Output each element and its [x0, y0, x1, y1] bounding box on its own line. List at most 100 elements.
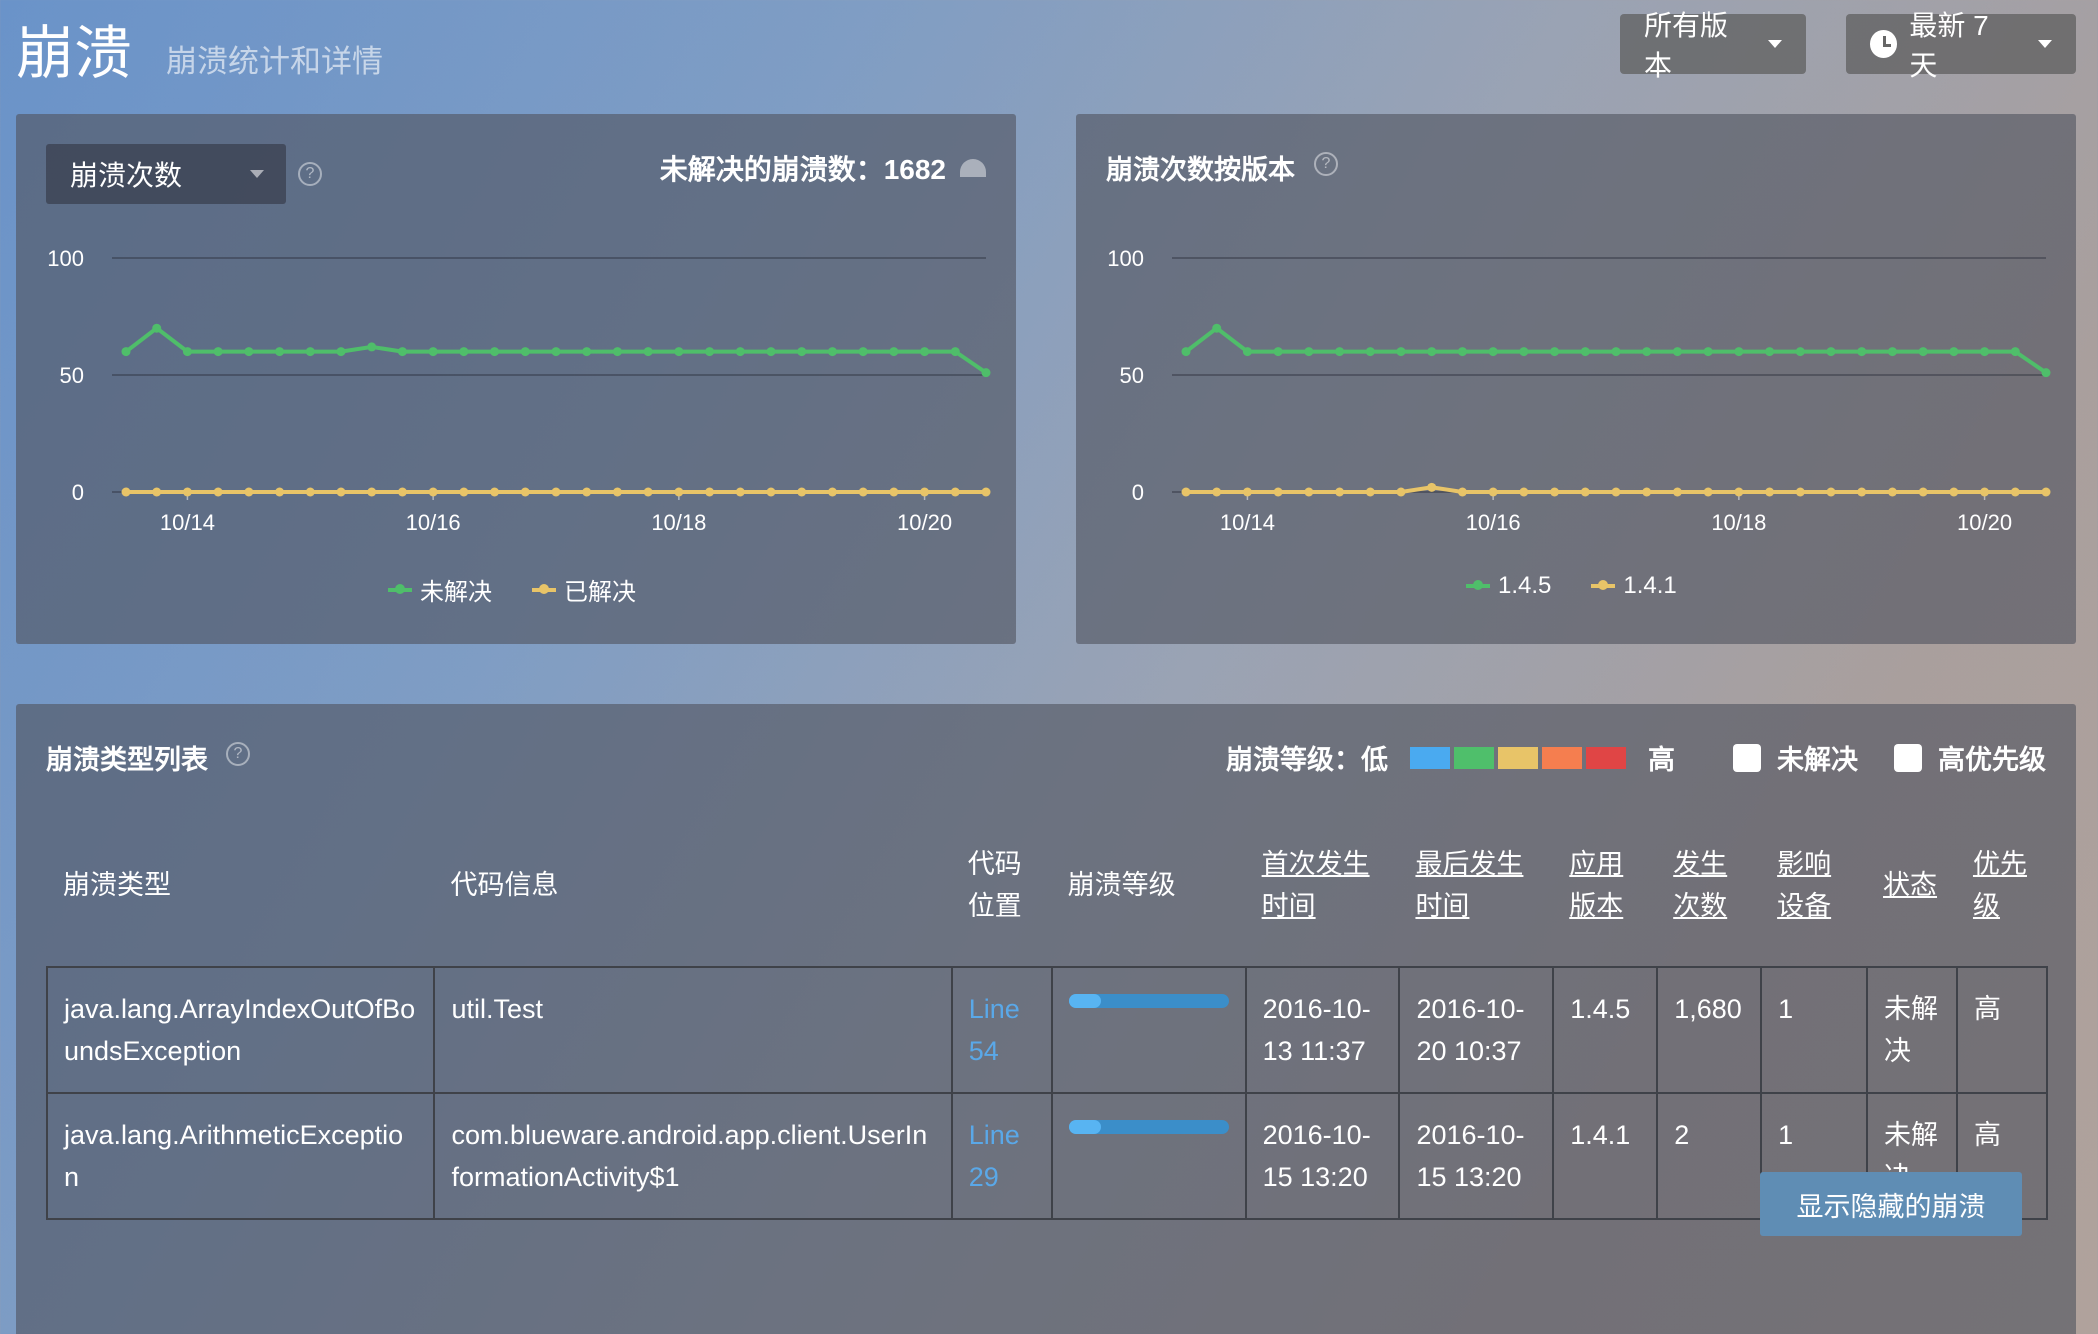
- data-point: [1795, 347, 1805, 357]
- data-point: [950, 347, 960, 357]
- checkbox[interactable]: [1894, 743, 1922, 772]
- data-point: [1550, 487, 1560, 497]
- table-header-row: 崩溃类型 代码信息 代码位置 崩溃等级 首次发生时间 最后发生时间 应用版本 发…: [47, 804, 2047, 967]
- data-point: [1611, 347, 1621, 357]
- data-point: [1242, 487, 1252, 497]
- data-point: [213, 347, 223, 357]
- data-point: [1335, 487, 1345, 497]
- column-header-priority[interactable]: 优先级: [1957, 804, 2047, 967]
- data-point: [1335, 347, 1345, 357]
- data-point: [1365, 487, 1375, 497]
- data-point: [428, 487, 438, 497]
- data-point: [1887, 487, 1897, 497]
- data-point: [1396, 487, 1406, 497]
- data-point: [950, 487, 960, 497]
- column-header-last-time[interactable]: 最后发生时间: [1399, 804, 1553, 967]
- help-icon[interactable]: ?: [1314, 152, 1338, 176]
- metric-select[interactable]: 崩溃次数: [46, 144, 286, 204]
- date-range-dropdown[interactable]: 最新 7 天: [1846, 10, 2076, 81]
- data-point: [1642, 347, 1652, 357]
- x-tick-label: 10/14: [160, 510, 215, 535]
- data-point: [612, 347, 622, 357]
- column-header-code: 代码信息: [450, 870, 559, 900]
- data-point: [1580, 347, 1590, 357]
- help-icon[interactable]: ?: [226, 742, 250, 766]
- data-point: [1396, 347, 1406, 357]
- data-point: [1212, 487, 1222, 497]
- code-location-link[interactable]: Line 54: [969, 994, 1020, 1066]
- data-point: [1672, 347, 1682, 357]
- status-cell: 未解决: [1866, 966, 1958, 1094]
- crash-type-cell[interactable]: java.lang.ArithmeticException: [45, 1092, 436, 1220]
- chevron-down-icon: [250, 170, 264, 178]
- crash-table: 崩溃类型 代码信息 代码位置 崩溃等级 首次发生时间 最后发生时间 应用版本 发…: [45, 804, 2049, 1220]
- data-point: [582, 347, 592, 357]
- level-high-label: 高: [1648, 745, 1675, 775]
- crash-type-cell[interactable]: java.lang.ArrayIndexOutOfBoundsException: [45, 966, 436, 1094]
- crash-level-cell: [1050, 1092, 1247, 1220]
- data-point: [1181, 347, 1191, 357]
- checkbox[interactable]: [1733, 743, 1761, 772]
- data-point: [2010, 347, 2020, 357]
- devices-cell: 1: [1760, 966, 1869, 1094]
- data-point: [582, 487, 592, 497]
- data-point: [1795, 487, 1805, 497]
- dashboard-icon[interactable]: [960, 159, 986, 177]
- data-point: [1949, 487, 1959, 497]
- priority-cell: 高: [1955, 966, 2049, 1094]
- crash-by-version-panel: 崩溃次数按版本 ? 100 50 0 10/14 10/16 10/18 10/20 1.4…: [1076, 114, 2076, 644]
- help-icon[interactable]: ?: [298, 162, 322, 186]
- show-hidden-crashes-button[interactable]: 显示隐藏的崩溃: [1760, 1172, 2022, 1236]
- priority-filter-checkbox[interactable]: 高优先级: [1894, 738, 2046, 777]
- column-header-location: 代码位置: [967, 849, 1022, 921]
- data-point: [1488, 347, 1498, 357]
- table-row[interactable]: java.lang.ArithmeticException com.bluewa…: [45, 1092, 2049, 1220]
- level-swatch: [1586, 746, 1626, 769]
- y-tick-label: 50: [60, 363, 84, 388]
- page-title: 崩溃: [16, 21, 133, 86]
- crash-level-bar: [1068, 994, 1229, 1008]
- legend-item-resolved[interactable]: 已解决: [532, 572, 636, 607]
- data-point: [1703, 347, 1713, 357]
- legend-item-version-141[interactable]: 1.4.1: [1591, 572, 1677, 600]
- y-tick-label: 50: [1120, 363, 1144, 388]
- x-tick-label: 10/18: [1711, 510, 1766, 535]
- data-point: [827, 487, 837, 497]
- data-point: [275, 487, 285, 497]
- version-filter-dropdown[interactable]: 所有版本: [1620, 10, 1806, 81]
- version-cell: 1.4.1: [1552, 1092, 1659, 1220]
- x-tick-label: 10/16: [406, 510, 461, 535]
- legend-item-unresolved[interactable]: 未解决: [388, 572, 492, 607]
- column-header-status[interactable]: 状态: [1867, 804, 1957, 967]
- column-header-first-time[interactable]: 首次发生时间: [1246, 804, 1400, 967]
- data-point: [1181, 487, 1191, 497]
- data-point: [397, 347, 407, 357]
- data-point: [367, 487, 377, 497]
- data-point: [2041, 368, 2051, 378]
- last-time-cell: 2016-10-15 13:20: [1398, 1092, 1555, 1220]
- y-tick-label: 0: [72, 480, 84, 505]
- y-tick-label: 100: [1107, 246, 1144, 271]
- data-point: [1611, 487, 1621, 497]
- data-point: [705, 487, 715, 497]
- data-point: [1457, 487, 1467, 497]
- data-point: [1642, 487, 1652, 497]
- column-header-version[interactable]: 应用版本: [1553, 804, 1657, 967]
- data-point: [1765, 347, 1775, 357]
- code-info-cell: com.blueware.android.app.client.UserInfo…: [433, 1092, 953, 1220]
- column-header-type: 崩溃类型: [63, 870, 171, 900]
- crash-level-cell: [1050, 966, 1247, 1094]
- data-point: [1734, 487, 1744, 497]
- data-point: [612, 487, 622, 497]
- level-low-label: 崩溃等级：低: [1226, 745, 1388, 775]
- data-point: [275, 347, 285, 357]
- table-row[interactable]: java.lang.ArrayIndexOutOfBoundsException…: [45, 966, 2049, 1094]
- data-point: [766, 487, 776, 497]
- level-swatch: [1454, 746, 1494, 769]
- column-header-count[interactable]: 发生次数: [1657, 804, 1761, 967]
- code-location-link[interactable]: Line 29: [969, 1120, 1020, 1192]
- legend-item-version-145[interactable]: 1.4.5: [1466, 572, 1551, 600]
- column-header-devices[interactable]: 影响设备: [1761, 804, 1867, 967]
- unresolved-filter-checkbox[interactable]: 未解决: [1733, 738, 1858, 777]
- data-point: [244, 347, 254, 357]
